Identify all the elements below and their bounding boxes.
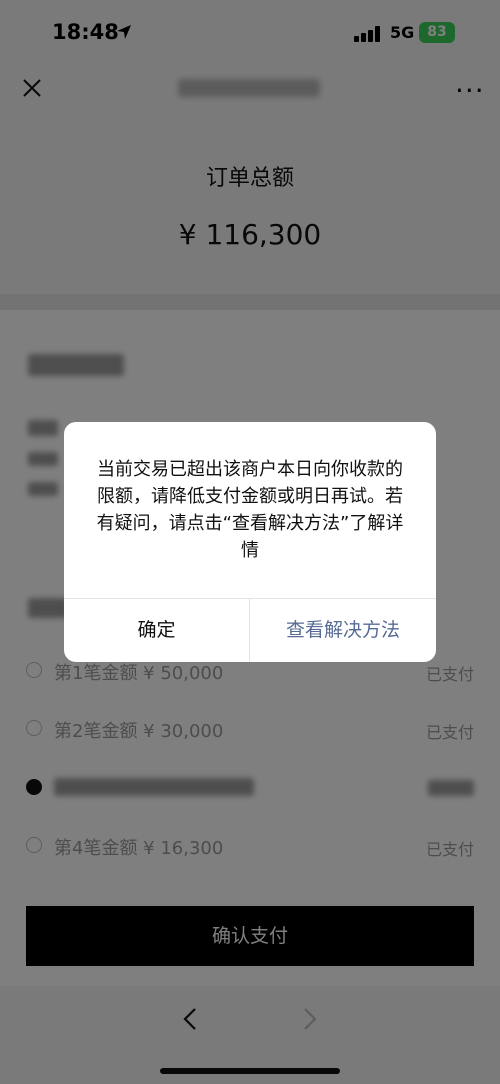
view-solution-button[interactable]: 查看解决方法 [250, 598, 436, 662]
ok-button[interactable]: 确定 [64, 598, 249, 662]
limit-exceeded-dialog: 当前交易已超出该商户本日向你收款的限额，请降低支付金额或明日再试。若有疑问，请点… [64, 422, 436, 662]
dialog-message: 当前交易已超出该商户本日向你收款的限额，请降低支付金额或明日再试。若有疑问，请点… [96, 459, 404, 561]
